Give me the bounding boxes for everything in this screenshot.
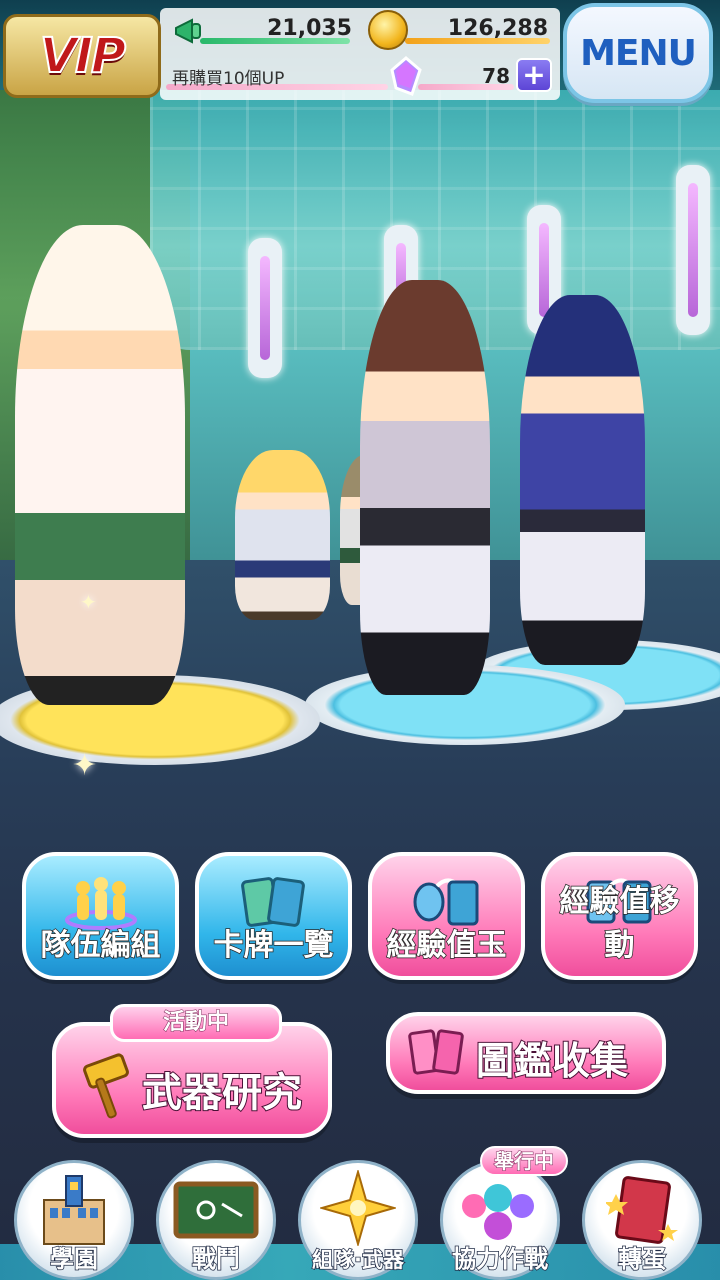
vip-label: VIP — [39, 27, 127, 85]
character-leader-blonde-girl[interactable] — [15, 225, 185, 705]
team-edit-label: 隊伍編組 — [40, 927, 162, 964]
bonus-text: 再購買10個UP — [172, 69, 285, 89]
card-list-label: 卡牌一覽 — [213, 927, 335, 964]
hammer-icon — [78, 1052, 138, 1126]
nav-battle-label: 戰鬥 — [191, 1244, 241, 1274]
sparkle-icon: ✦ — [72, 748, 98, 783]
nav-campus-label: 學園 — [49, 1244, 99, 1274]
nav-coop-battle-label: 協力作戰 — [451, 1244, 549, 1274]
chalkboard-icon — [172, 1180, 260, 1244]
background-character[interactable] — [235, 450, 330, 620]
cheer-points-value: 21,035 — [267, 16, 352, 41]
collection-button[interactable]: 圖鑑收集 — [386, 1012, 666, 1094]
team-edit-button[interactable]: 隊伍編組 — [22, 852, 179, 980]
light-pillar — [248, 238, 282, 378]
nav-battle[interactable]: 戰鬥 — [152, 1160, 280, 1280]
coin-icon — [368, 10, 408, 50]
nav-team-weapon[interactable]: 組隊·武器 — [294, 1160, 422, 1280]
sparkle-icon: ✦ — [80, 590, 97, 614]
exp-jewel-button[interactable]: 經驗值玉 — [368, 852, 525, 980]
coins-value: 126,288 — [447, 16, 548, 41]
collection-label: 圖鑑收集 — [475, 1038, 629, 1084]
compass-star-icon — [318, 1168, 398, 1250]
buy-gems-button[interactable]: + — [516, 58, 552, 92]
vip-button[interactable]: VIP — [3, 14, 161, 98]
nav-gacha[interactable]: 轉蛋 — [578, 1160, 706, 1280]
gem-icon — [388, 56, 424, 96]
character-brown-hair-girl[interactable] — [360, 280, 490, 695]
nav-campus[interactable]: 學園 — [10, 1160, 138, 1280]
card-list-button[interactable]: 卡牌一覽 — [195, 852, 352, 980]
exp-jewel-label: 經驗值玉 — [386, 927, 508, 964]
exp-transfer-button[interactable]: 經驗值移動 — [541, 852, 698, 980]
menu-label: MENU — [580, 32, 697, 74]
weapon-research-label: 武器研究 — [141, 1069, 303, 1117]
light-pillar — [676, 165, 710, 335]
coop-held-badge: 舉行中 — [480, 1146, 568, 1176]
exp-transfer-label: 經驗值移動 — [559, 883, 681, 964]
menu-button[interactable]: MENU — [563, 3, 713, 103]
book-cards-icon — [408, 1026, 466, 1084]
nav-gacha-label: 轉蛋 — [617, 1244, 667, 1274]
nav-team-weapon-label: 組隊·武器 — [311, 1247, 404, 1273]
character-glasses-girl[interactable] — [520, 295, 645, 665]
nav-coop-battle[interactable]: 協力作戰 — [436, 1160, 564, 1280]
gems-value: 78 — [482, 64, 510, 88]
event-active-badge: 活動中 — [110, 1004, 282, 1042]
